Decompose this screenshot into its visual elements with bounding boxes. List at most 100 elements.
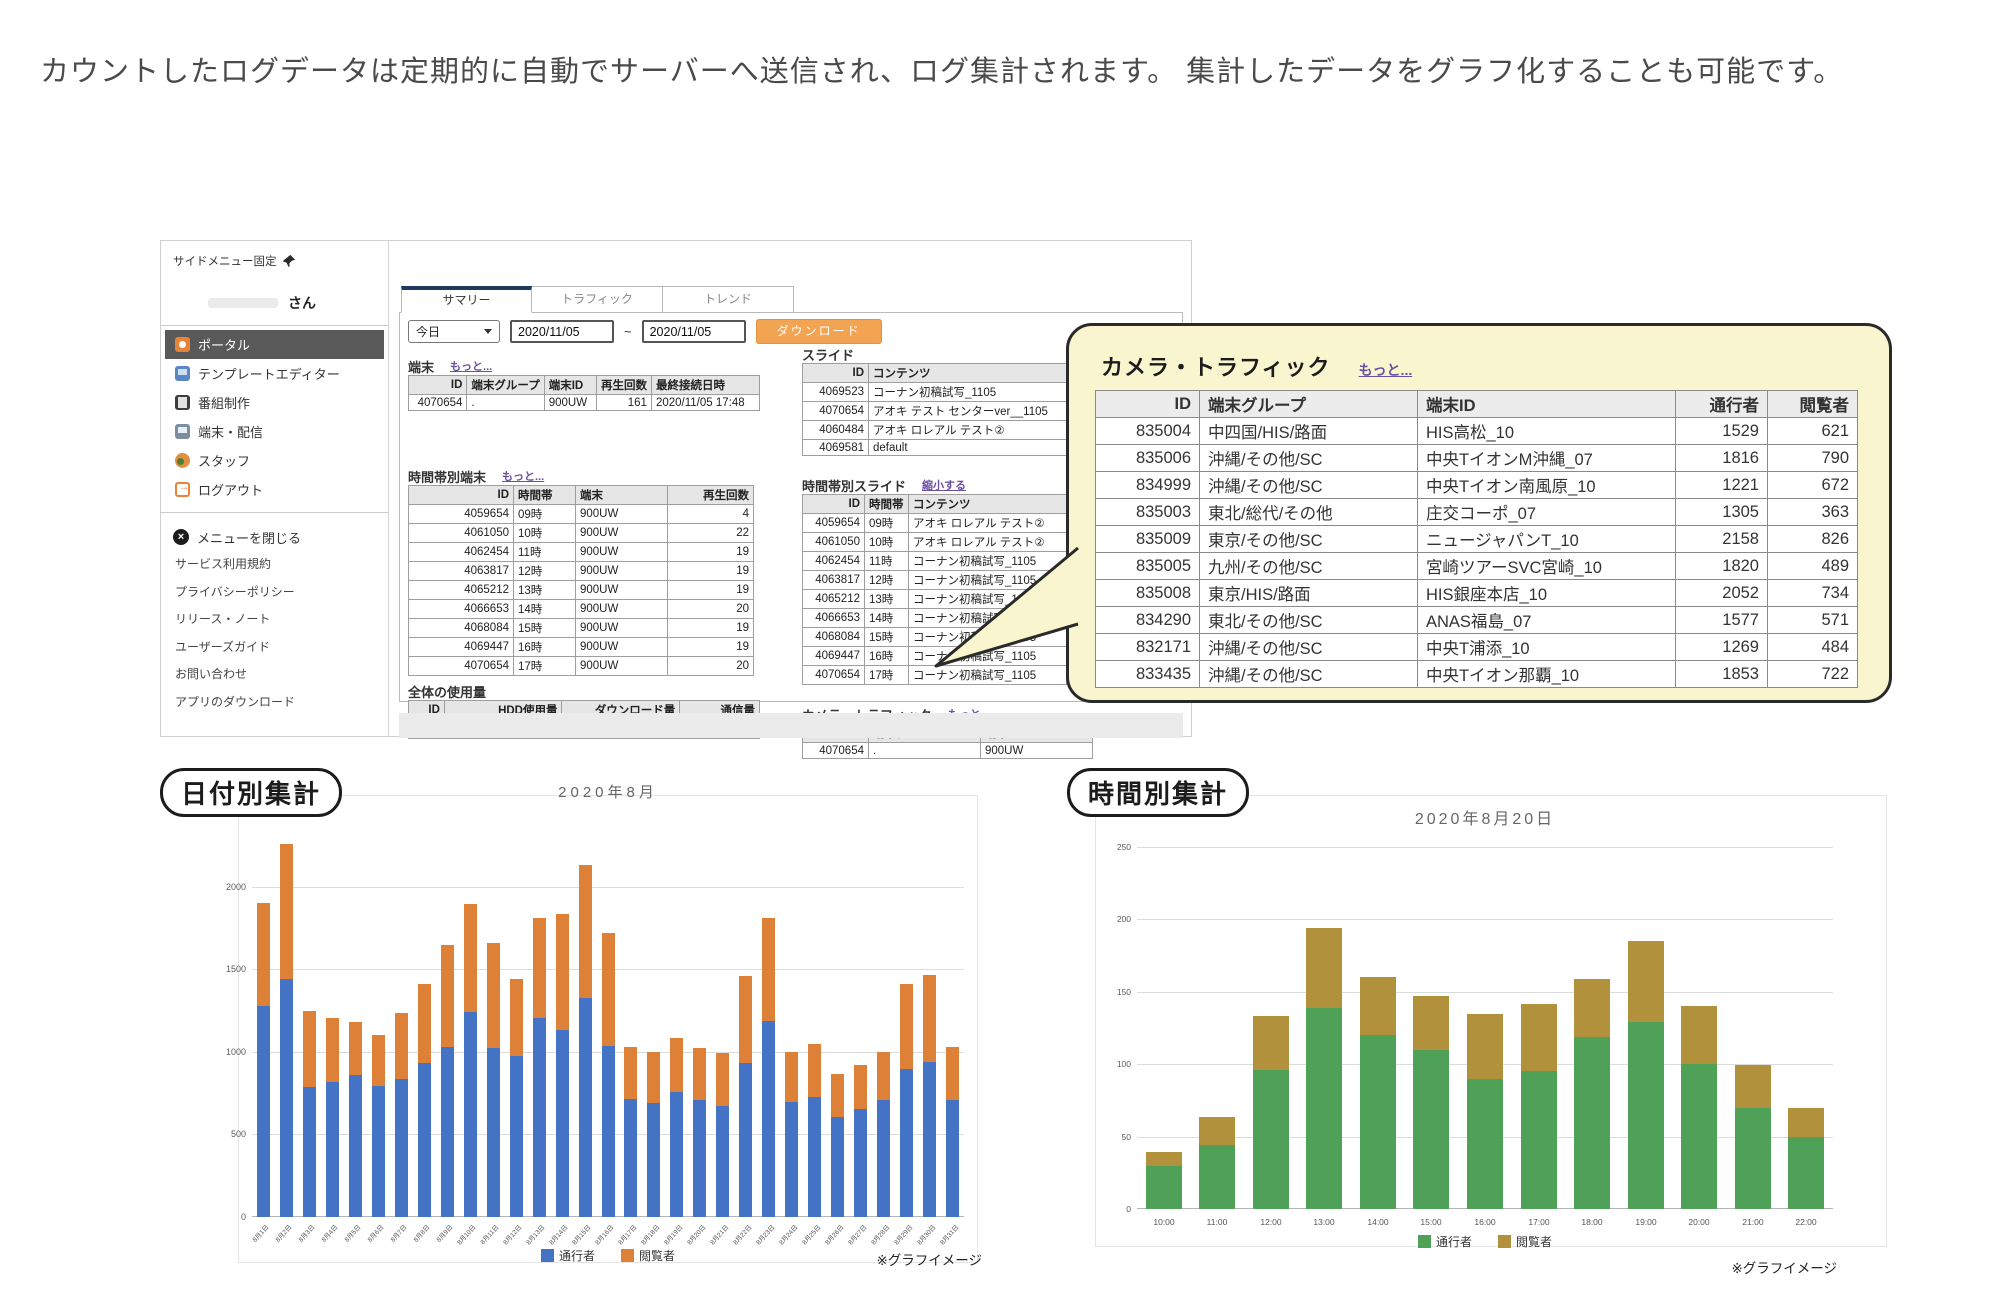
hourly-chart: 時間別集計 2020年8月20日 05010015020025010:0011:…: [1055, 755, 1905, 1290]
x-axis-tick-label: 10:00: [1140, 1217, 1188, 1227]
table-cell: 東京/その他/SC: [1200, 526, 1418, 553]
hourly-devices-more-link[interactable]: もっと...: [502, 468, 544, 484]
sidebar-item-portal[interactable]: ポータル: [165, 330, 384, 359]
column-header: 時間帯: [514, 486, 576, 505]
sidebar-link-privacy[interactable]: プライバシーポリシー: [161, 579, 388, 607]
column-header: 端末ID: [1418, 391, 1676, 418]
table-cell: 22: [668, 524, 754, 543]
x-axis-tick-label: 17:00: [1515, 1217, 1563, 1227]
sidebar-item-template-editor[interactable]: テンプレートエディター: [165, 359, 384, 388]
column-header: 端末: [576, 486, 668, 505]
sidebar-item-staff[interactable]: スタッフ: [165, 446, 384, 475]
table-header-row: ID時間帯端末再生回数: [409, 486, 754, 505]
sidebar-link-release-notes[interactable]: リリース・ノート: [161, 606, 388, 634]
download-button[interactable]: ダウンロード: [756, 319, 882, 344]
table-row: 834290東北/その他/SCANAS福島_071577571: [1096, 607, 1858, 634]
callout-more-link[interactable]: もっと...: [1359, 360, 1413, 380]
column-header: 再生回数: [596, 376, 651, 395]
table-cell: 11時: [514, 543, 576, 562]
table-cell: 4069447: [409, 638, 514, 657]
bar-segment: [739, 976, 752, 1063]
summary-left-column: 端末 もっと... ID端末グループ端末ID再生回数最終接続日時4070654.…: [408, 357, 760, 739]
table-cell: アオキ ロレアル テスト②: [869, 421, 1073, 440]
table-header-row: ID時間帯コンテンツスラ: [803, 495, 1099, 514]
period-select[interactable]: 今日: [408, 320, 500, 343]
page: カウントしたログデータは定期的に自動でサーバーへ送信され、ログ集計されます。 集…: [0, 0, 2016, 1310]
table-cell: 中四国/HIS/路面: [1200, 418, 1418, 445]
legend-item: 通行者: [1418, 1233, 1472, 1250]
legend-item: 通行者: [541, 1247, 595, 1264]
legend-swatch: [621, 1249, 634, 1262]
table-cell: 13時: [514, 581, 576, 600]
bar-segment: [1253, 1016, 1289, 1070]
chevron-down-icon: [484, 329, 492, 334]
camera-traffic-callout: カメラ・トラフィック もっと... ID端末グループ端末ID通行者閲覧者8350…: [1066, 323, 1892, 703]
section-title-slides: スライド: [802, 345, 854, 364]
table-cell: 722: [1768, 661, 1858, 688]
user-row: さん: [161, 293, 316, 313]
bar-segment: [1681, 1006, 1717, 1064]
sidebar-item-logout[interactable]: ログアウト: [165, 475, 384, 504]
bar-segment: [533, 1018, 546, 1217]
sidebar-item-label: ログアウト: [198, 480, 263, 499]
filter-controls: 今日 2020/11/05 ~ 2020/11/05 ダウンロード: [408, 319, 882, 344]
table-cell: 17時: [865, 666, 909, 685]
sidebar-link-users-guide[interactable]: ユーザーズガイド: [161, 634, 388, 662]
callout-title: カメラ・トラフィック: [1101, 350, 1331, 382]
table-row: 834999沖縄/その他/SC中央Tイオン南風原_101221672: [1096, 472, 1858, 499]
y-axis-tick-label: 100: [1093, 1059, 1131, 1069]
bar-segment: [831, 1074, 844, 1117]
table-cell: 4069447: [803, 647, 865, 666]
bar-segment: [579, 865, 592, 998]
bar-segment: [441, 1047, 454, 1217]
table-cell: 2158: [1676, 526, 1768, 553]
bar-segment: [670, 1092, 683, 1217]
sidebar-item-program-production[interactable]: 番組制作: [165, 388, 384, 417]
table-cell: アオキ テスト センターver__1105: [869, 402, 1073, 421]
column-header: コンテンツ: [869, 364, 1073, 383]
table-row: 407065417時900UW20: [409, 657, 754, 676]
plot-area: 05001000150020008月1日8月2日8月3日8月4日8月5日8月6日…: [252, 837, 964, 1217]
sidebar-pin-toggle[interactable]: サイドメニュー固定: [173, 253, 378, 269]
table-cell: 12時: [865, 571, 909, 590]
sidebar-link-app-download[interactable]: アプリのダウンロード: [161, 689, 388, 717]
tab-traffic[interactable]: トラフィック: [532, 286, 663, 313]
table-header-row: ID端末グループ端末ID通行者閲覧者: [1096, 391, 1858, 418]
table-cell: 835003: [1096, 499, 1200, 526]
table-cell: 900UW: [576, 543, 668, 562]
y-axis-tick-label: 1000: [208, 1047, 246, 1057]
table-cell: 4062454: [409, 543, 514, 562]
close-menu-button[interactable]: × メニューを閉じる: [173, 523, 388, 551]
legend-label: 閲覧者: [1516, 1233, 1552, 1250]
table-cell: 1305: [1676, 499, 1768, 526]
date-from-input[interactable]: 2020/11/05: [510, 320, 614, 343]
chart-legend: 通行者閲覧者: [252, 1247, 964, 1264]
table-cell: 672: [1768, 472, 1858, 499]
table-cell: 20: [668, 657, 754, 676]
bar-segment: [716, 1106, 729, 1217]
table-cell: 1269: [1676, 634, 1768, 661]
bar-segment: [533, 918, 546, 1018]
table-row: 405965409時900UW4: [409, 505, 754, 524]
close-menu-label: メニューを閉じる: [197, 528, 301, 547]
table-cell: 中央TイオンM沖縄_07: [1418, 445, 1676, 472]
bar-segment: [785, 1102, 798, 1217]
x-axis-tick-label: 22:00: [1782, 1217, 1830, 1227]
column-header: ID: [409, 376, 467, 395]
table-cell: 2052: [1676, 580, 1768, 607]
sidebar-item-device-distribution[interactable]: 端末・配信: [165, 417, 384, 446]
hourly-slides-shrink-link[interactable]: 縮小する: [922, 477, 966, 493]
date-to-input[interactable]: 2020/11/05: [642, 320, 746, 343]
sidebar-link-terms[interactable]: サービス利用規約: [161, 551, 388, 579]
x-axis-tick-label: 18:00: [1568, 1217, 1616, 1227]
table-cell: 4065212: [409, 581, 514, 600]
table-cell: 14時: [865, 609, 909, 628]
devices-more-link[interactable]: もっと...: [450, 358, 492, 374]
table-row: 835004中四国/HIS/路面HIS高松_101529621: [1096, 418, 1858, 445]
table-cell: 1816: [1676, 445, 1768, 472]
tab-trend[interactable]: トレンド: [663, 286, 794, 313]
tab-summary[interactable]: サマリー: [401, 286, 532, 313]
table-cell: 中央Tイオン南風原_10: [1418, 472, 1676, 499]
sidebar-link-contact[interactable]: お問い合わせ: [161, 661, 388, 689]
table-row: 406665314時900UW20: [409, 600, 754, 619]
